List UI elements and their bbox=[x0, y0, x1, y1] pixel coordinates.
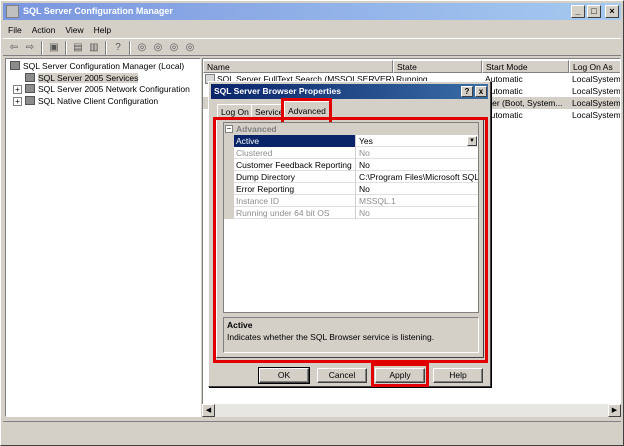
menu-view[interactable]: View bbox=[60, 22, 88, 38]
help-icon[interactable]: ? bbox=[461, 86, 473, 97]
dialog-title-bar[interactable]: SQL Server Browser Properties ? x bbox=[211, 84, 488, 99]
client-icon bbox=[25, 96, 35, 105]
scroll-left-icon[interactable]: ◀ bbox=[202, 404, 215, 417]
toolbar-separator bbox=[41, 41, 43, 55]
minimize-icon[interactable]: _ bbox=[571, 5, 585, 18]
horizontal-scrollbar[interactable]: ◀ ▶ bbox=[202, 404, 621, 417]
start-icon[interactable]: ◎ bbox=[135, 41, 149, 54]
status-bar bbox=[3, 421, 621, 443]
properties-icon[interactable]: ▤ bbox=[71, 41, 85, 54]
tree-item-services[interactable]: SQL Server 2005 Services bbox=[25, 73, 139, 84]
column-header-log-on-as[interactable]: Log On As bbox=[569, 60, 620, 73]
app-icon bbox=[6, 5, 19, 18]
help-icon[interactable]: ? bbox=[111, 41, 125, 54]
tree-root[interactable]: SQL Server Configuration Manager (Local) bbox=[10, 61, 184, 72]
toolbar-separator bbox=[105, 41, 107, 55]
export-list-icon[interactable]: ▥ bbox=[87, 41, 101, 54]
restart-icon[interactable]: ◎ bbox=[183, 41, 197, 54]
column-header-state[interactable]: State bbox=[393, 60, 482, 73]
cancel-button[interactable]: Cancel bbox=[317, 368, 367, 383]
maximize-icon[interactable]: □ bbox=[587, 5, 601, 18]
apply-highlight bbox=[371, 363, 429, 387]
column-header-name[interactable]: Name bbox=[203, 60, 393, 73]
ok-button[interactable]: OK bbox=[258, 367, 310, 384]
scroll-right-icon[interactable]: ▶ bbox=[608, 404, 621, 417]
dialog-title: SQL Server Browser Properties bbox=[214, 86, 341, 96]
window-title: SQL Server Configuration Manager bbox=[23, 6, 173, 16]
expand-icon[interactable]: + bbox=[13, 97, 22, 106]
toolbar-separator bbox=[65, 41, 67, 55]
up-folder-icon[interactable]: ▣ bbox=[47, 41, 61, 54]
expand-icon[interactable]: + bbox=[13, 85, 22, 94]
toolbar: ⇦ ⇨ ▣ ▤ ▥ ? ◎ ◎ ◎ ◎ bbox=[3, 38, 621, 56]
back-arrow-icon[interactable]: ⇦ bbox=[7, 41, 21, 54]
close-icon[interactable]: × bbox=[605, 5, 619, 18]
menu-file[interactable]: File bbox=[3, 22, 27, 38]
tree-pane: SQL Server Configuration Manager (Local)… bbox=[5, 58, 201, 417]
properties-dialog: SQL Server Browser Properties ? x Log On… bbox=[208, 81, 491, 387]
toolbar-separator bbox=[129, 41, 131, 55]
column-header-start-mode[interactable]: Start Mode bbox=[482, 60, 569, 73]
menu-action[interactable]: Action bbox=[27, 22, 61, 38]
menu-help[interactable]: Help bbox=[89, 22, 116, 38]
tree-item-network[interactable]: SQL Server 2005 Network Configuration bbox=[25, 84, 190, 95]
close-icon[interactable]: x bbox=[475, 86, 487, 97]
services-icon bbox=[25, 73, 35, 82]
title-bar[interactable]: SQL Server Configuration Manager _ □ × bbox=[3, 3, 621, 20]
pause-icon[interactable]: ◎ bbox=[151, 41, 165, 54]
network-icon bbox=[25, 84, 35, 93]
server-icon bbox=[10, 61, 20, 70]
tree-item-native-client[interactable]: SQL Native Client Configuration bbox=[25, 96, 158, 107]
stop-icon[interactable]: ◎ bbox=[167, 41, 181, 54]
menu-bar: File Action View Help bbox=[3, 22, 621, 38]
panel-highlight bbox=[213, 117, 488, 363]
forward-arrow-icon[interactable]: ⇨ bbox=[23, 41, 37, 54]
help-button[interactable]: Help bbox=[433, 368, 483, 383]
